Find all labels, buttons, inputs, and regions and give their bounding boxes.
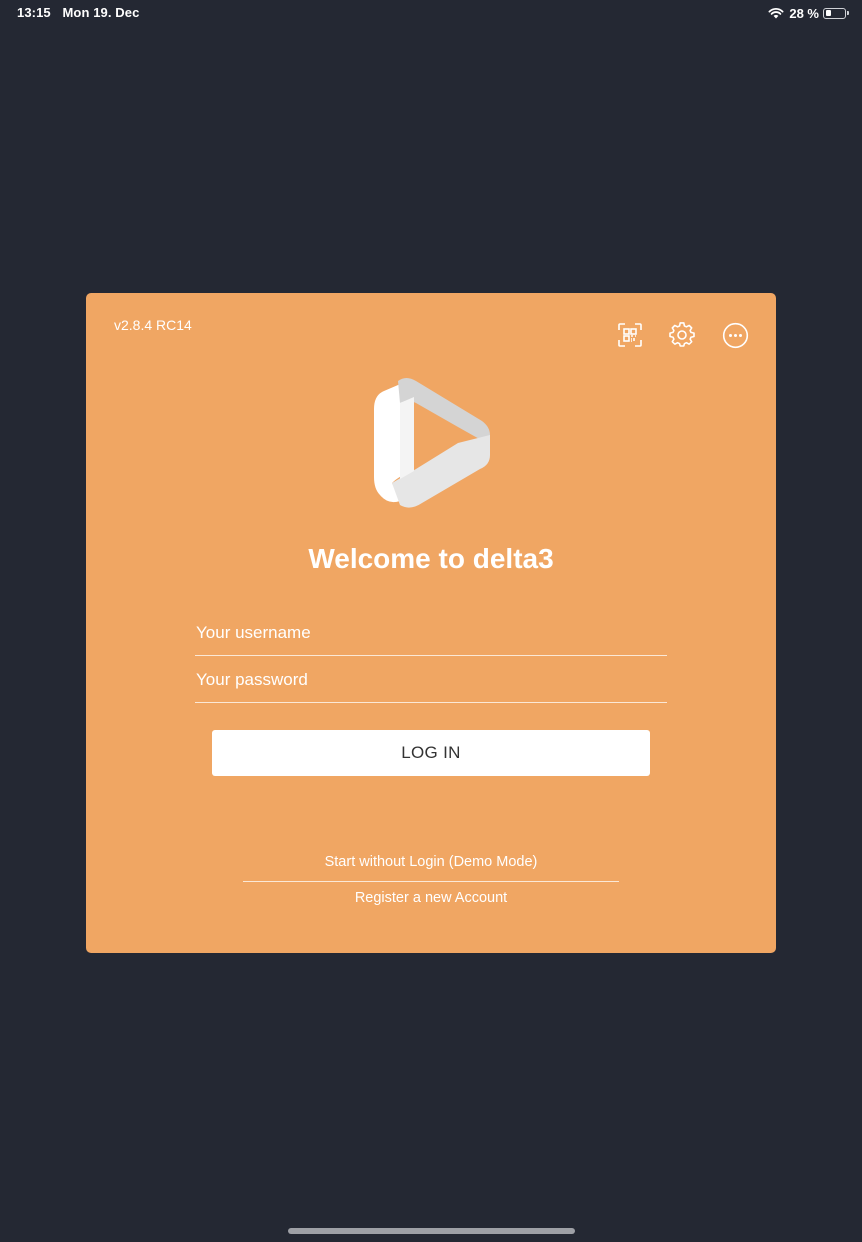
login-card: v2.8.4 RC14 Welcome to delta3 Your usern… xyxy=(86,293,776,953)
status-bar: 13:15 Mon 19. Dec 28 % xyxy=(0,0,862,26)
more-options-icon[interactable] xyxy=(721,321,749,349)
battery-fill xyxy=(825,10,831,16)
status-left: 13:15 Mon 19. Dec xyxy=(17,5,147,20)
username-input[interactable] xyxy=(195,610,667,656)
demo-mode-link[interactable]: Start without Login (Demo Mode) xyxy=(243,854,619,870)
status-date: Mon 19. Dec xyxy=(62,5,140,20)
qr-code-scan-icon[interactable] xyxy=(616,321,644,349)
login-button[interactable]: LOG IN xyxy=(212,730,650,776)
gear-icon[interactable] xyxy=(668,321,696,349)
status-time: 13:15 xyxy=(17,5,51,20)
wifi-icon xyxy=(768,7,784,19)
battery-tip xyxy=(847,11,849,15)
version-label: v2.8.4 RC14 xyxy=(114,317,192,333)
register-account-link[interactable]: Register a new Account xyxy=(243,890,619,906)
battery-icon xyxy=(823,7,849,19)
delta3-logo xyxy=(370,373,494,513)
status-right: 28 % xyxy=(768,4,849,22)
home-indicator xyxy=(288,1228,575,1234)
password-input[interactable] xyxy=(195,657,667,703)
divider xyxy=(243,881,619,882)
battery-percent: 28 % xyxy=(789,5,819,21)
welcome-title: Welcome to delta3 xyxy=(308,543,554,574)
